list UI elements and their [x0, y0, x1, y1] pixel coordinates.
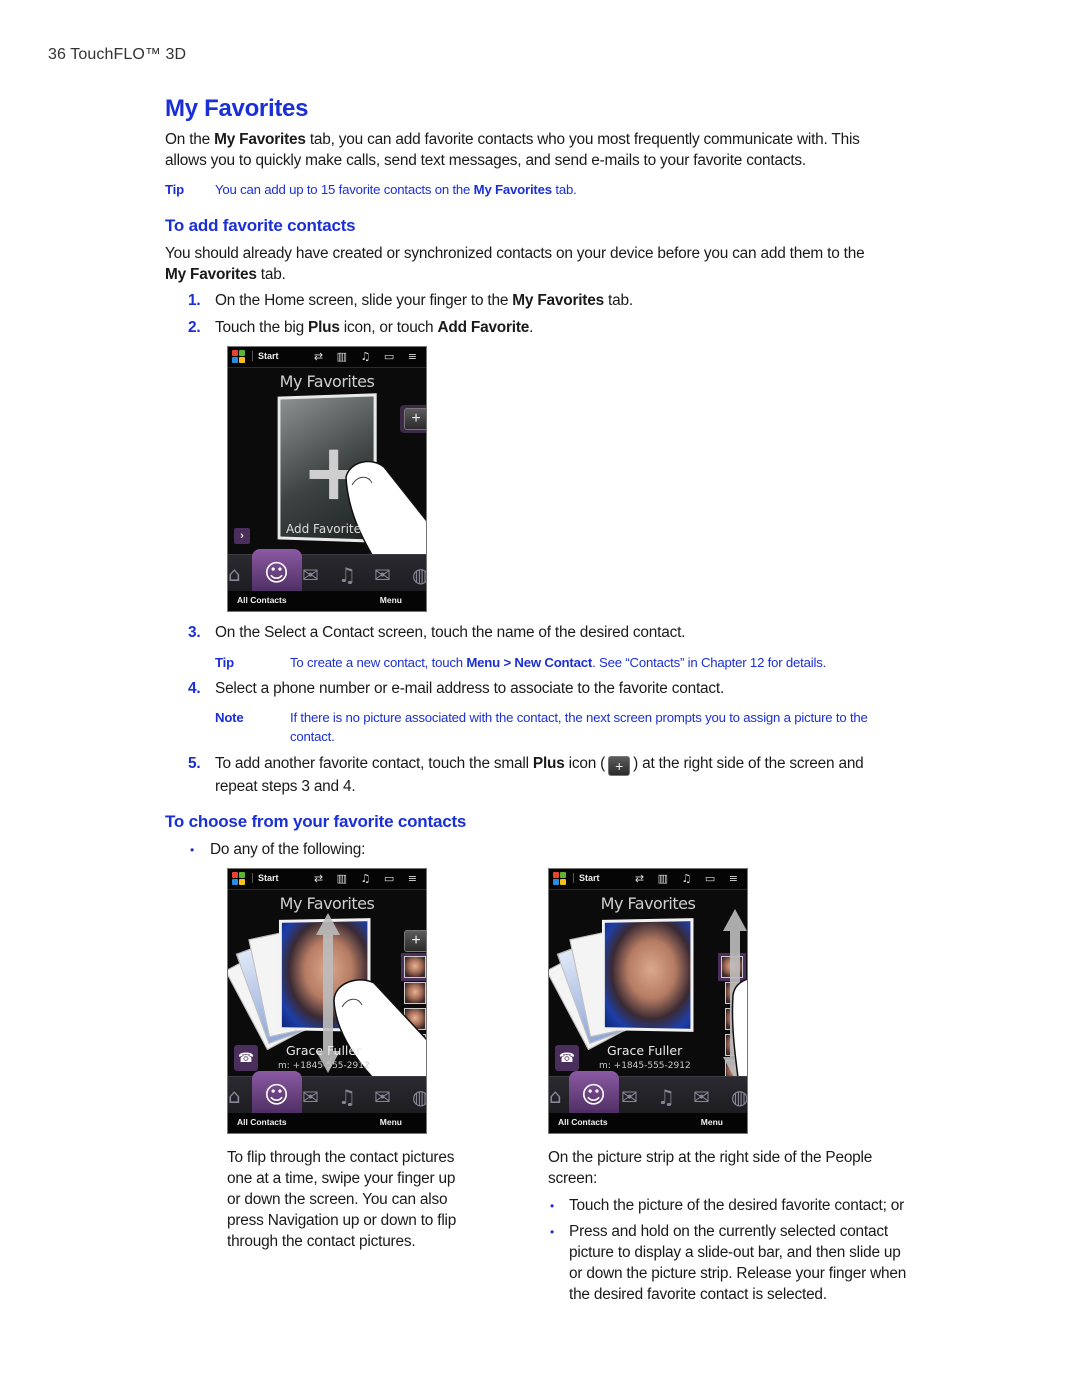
menu-softkey[interactable]: Menu — [701, 1117, 723, 1127]
start-button[interactable]: Start — [252, 873, 279, 883]
section-heading-add: To add favorite contacts — [165, 216, 356, 235]
call-button[interactable]: ☎ — [555, 1045, 579, 1071]
status-icons: ⇄ ▥ ♫ ▭ ≡ — [313, 872, 422, 885]
home-icon[interactable]: ⌂ — [228, 1084, 241, 1108]
step-3: 3. On the Select a Contact screen, touch… — [188, 624, 686, 641]
phone-screenshot-swipe: Start ⇄ ▥ ♫ ▭ ≡ My Favorites + ☎ Grace F… — [227, 868, 427, 1134]
bullet-icon: • — [550, 1199, 555, 1213]
screen-title: My Favorites — [279, 894, 375, 913]
call-button[interactable]: ☎ — [234, 1045, 258, 1071]
small-plus-icon[interactable]: + — [404, 408, 426, 430]
choose-bullet: • Do any of the following: — [190, 839, 365, 860]
status-icons: ⇄ ▥ ♫ ▭ ≡ — [634, 872, 743, 885]
tip-label: Tip — [165, 182, 184, 197]
music-icon[interactable]: ♫ — [338, 1085, 356, 1109]
home-icon[interactable]: ⌂ — [549, 1084, 562, 1108]
intro-paragraph: On the My Favorites tab, you can add fav… — [165, 129, 965, 171]
mail-icon[interactable]: ✉ — [374, 563, 391, 587]
person-icon[interactable]: ☺ — [264, 1081, 289, 1109]
intro-line-1: On the My Favorites tab, you can add fav… — [165, 131, 860, 148]
all-contacts-softkey[interactable]: All Contacts — [558, 1117, 608, 1127]
screen-title: My Favorites — [600, 894, 696, 913]
soft-key-bar: All Contacts Menu — [228, 1113, 426, 1133]
menu-softkey[interactable]: Menu — [380, 595, 402, 605]
right-column-text: On the picture strip at the right side o… — [548, 1149, 873, 1187]
all-contacts-softkey[interactable]: All Contacts — [237, 1117, 287, 1127]
music-icon[interactable]: ♫ — [338, 563, 356, 587]
left-column-text: To flip through the contact pictures one… — [227, 1149, 457, 1250]
phone-screenshot-picture-strip: Start ⇄ ▥ ♫ ▭ ≡ My Favorites ☎ Grace Ful… — [548, 868, 748, 1134]
bullet-icon: • — [550, 1225, 555, 1239]
message-icon[interactable]: ✉ — [621, 1085, 638, 1109]
tip-box: Tip You can add up to 15 favorite contact… — [165, 182, 577, 197]
contact-number: m: +1845-555-2912 — [278, 1061, 370, 1071]
internet-icon[interactable]: ◍ — [731, 1085, 747, 1109]
person-icon[interactable]: ☺ — [264, 559, 289, 587]
status-bar: Start ⇄ ▥ ♫ ▭ ≡ — [228, 347, 426, 368]
step-1: 1. On the Home screen, slide your finger… — [188, 292, 633, 309]
internet-icon[interactable]: ◍ — [412, 563, 426, 587]
person-icon[interactable]: ☺ — [581, 1081, 606, 1109]
windows-logo-icon — [232, 350, 246, 364]
screen-title: My Favorites — [279, 372, 375, 391]
finger-icon — [731, 978, 747, 1085]
note-label: Note — [215, 710, 244, 725]
note-box: Note If there is no picture associated w… — [215, 710, 868, 744]
phone-screenshot-add-favorite: Start ⇄ ▥ ♫ ▭ ≡ My Favorites + + › Add F… — [227, 346, 427, 612]
tab-bar: ⌂ ☺ ✉ ♫ ✉ ◍ — [228, 549, 426, 594]
home-icon[interactable]: ⌂ — [228, 562, 241, 586]
section-heading-choose: To choose from your favorite contacts — [165, 812, 467, 831]
start-button[interactable]: Start — [573, 873, 600, 883]
small-plus-icon[interactable]: + — [404, 930, 426, 952]
section-add-paragraph: You should already have created or synch… — [165, 245, 865, 283]
soft-key-bar: All Contacts Menu — [549, 1113, 747, 1133]
status-bar: Start ⇄ ▥ ♫ ▭ ≡ — [549, 869, 747, 890]
contact-name: Grace Fuller — [607, 1043, 683, 1058]
message-icon[interactable]: ✉ — [302, 1085, 319, 1109]
right-bullet-2: • Press and hold on the currently select… — [550, 1223, 907, 1303]
contact-photo-card[interactable] — [601, 918, 694, 1032]
small-plus-inline-icon: + — [608, 756, 631, 776]
mail-icon[interactable]: ✉ — [374, 1085, 391, 1109]
soft-key-bar: All Contacts Menu — [228, 591, 426, 611]
internet-icon[interactable]: ◍ — [412, 1085, 426, 1109]
music-icon[interactable]: ♫ — [657, 1085, 675, 1109]
all-contacts-softkey[interactable]: All Contacts — [237, 595, 287, 605]
menu-softkey[interactable]: Menu — [380, 1117, 402, 1127]
add-favorite-label[interactable]: Add Favorite — [286, 522, 361, 536]
step-5: 5. To add another favorite contact, touc… — [188, 755, 864, 795]
tab-bar: ⌂ ☺ ✉ ♫ ✉ ◍ — [228, 1071, 426, 1116]
running-head: 36 TouchFLO™ 3D — [48, 46, 187, 63]
step-2: 2. Touch the big Plus icon, or touch Add… — [188, 319, 534, 336]
finger-icon — [345, 460, 426, 565]
page-title: My Favorites — [165, 95, 309, 122]
intro-line-2: allows you to quickly make calls, send t… — [165, 152, 806, 169]
mail-icon[interactable]: ✉ — [693, 1085, 710, 1109]
message-icon[interactable]: ✉ — [302, 563, 319, 587]
start-button[interactable]: Start — [252, 351, 279, 361]
windows-logo-icon — [232, 872, 246, 886]
tip-box-2: Tip To create a new contact, touch Menu >… — [215, 655, 827, 670]
right-bullet-1: • Touch the picture of the desired favor… — [550, 1195, 970, 1216]
contact-number: m: +1845-555-2912 — [599, 1061, 691, 1071]
status-icons: ⇄ ▥ ♫ ▭ ≡ — [313, 350, 422, 363]
bullet-icon: • — [190, 843, 195, 857]
status-bar: Start ⇄ ▥ ♫ ▭ ≡ — [228, 869, 426, 890]
chevron-right-icon[interactable]: › — [234, 528, 250, 544]
tab-bar: ⌂ ☺ ✉ ♫ ✉ ◍ — [549, 1071, 747, 1116]
contact-name: Grace Fuller — [286, 1043, 362, 1058]
windows-logo-icon — [553, 872, 567, 886]
step-4: 4. Select a phone number or e-mail addre… — [188, 680, 725, 697]
